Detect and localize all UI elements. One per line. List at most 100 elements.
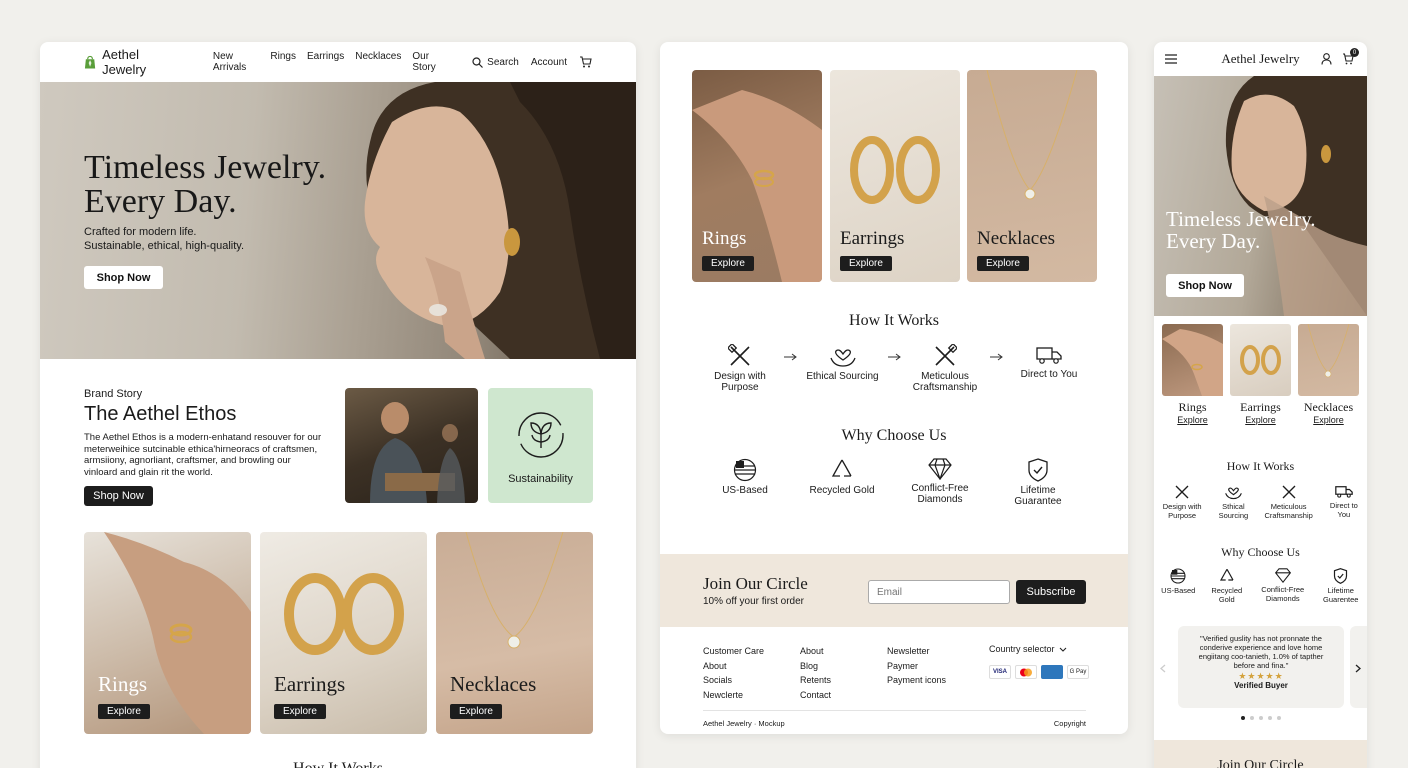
category-card-necklaces[interactable]: Necklaces Explore	[436, 532, 593, 734]
carousel-dots	[1154, 716, 1367, 720]
mobile-shop-now-button[interactable]: Shop Now	[1166, 274, 1244, 297]
mobile-category-earrings: Earrings Explore	[1230, 400, 1291, 425]
nav-our-story[interactable]: Our Story	[412, 51, 448, 73]
story-shop-now-button[interactable]: Shop Now	[84, 486, 153, 506]
category-title: Necklaces	[1303, 400, 1354, 414]
carousel-dot[interactable]	[1276, 716, 1281, 720]
step-label: Direct to	[1329, 501, 1358, 510]
footer-col-2: About Blog Retents Contact	[800, 644, 831, 702]
nav-utilities: Search Account	[472, 56, 592, 68]
desktop-navbar: Aethel Jewelry New Arrivals Rings Earrin…	[40, 42, 636, 82]
step-craftsmanship: Meticulous Craftsmanship	[905, 342, 985, 393]
country-selector[interactable]: Country selector	[989, 644, 1067, 654]
recycle-leaf-icon	[517, 412, 564, 458]
footer-link[interactable]: About	[800, 644, 831, 659]
earrings-image	[850, 136, 940, 204]
footer-link[interactable]: Socials	[703, 673, 764, 688]
nav-necklaces[interactable]: Necklaces	[355, 51, 401, 73]
join-title: Join Our Circle	[703, 574, 808, 593]
subscribe-button[interactable]: Subscribe	[1016, 580, 1086, 604]
carousel-dot-active[interactable]	[1240, 716, 1245, 720]
diamond-icon	[928, 458, 952, 481]
explore-button[interactable]: Explore	[840, 256, 892, 271]
why-label: Guarentee	[1323, 595, 1359, 604]
mobile-necklaces-image[interactable]	[1298, 323, 1359, 396]
arrow-right-icon	[784, 353, 797, 361]
cart-icon[interactable]	[579, 56, 592, 68]
story-title: The Aethel Ethos	[84, 403, 237, 425]
chevron-left-icon[interactable]	[1160, 664, 1166, 673]
mobile-join-title: Join Our Circle	[1217, 758, 1304, 768]
footer-link[interactable]: Paymer	[887, 659, 946, 674]
hand-with-rings-image	[1162, 329, 1223, 396]
footer-link[interactable]: About	[703, 659, 764, 674]
hands-heart-icon	[829, 349, 856, 367]
nav-earrings[interactable]: Earrings	[307, 51, 344, 73]
carousel-dot[interactable]	[1249, 716, 1254, 720]
arrow-right-icon	[888, 353, 901, 361]
sustainability-tile[interactable]: Sustainability	[488, 388, 593, 503]
why-recycled-gold: Recycled Gold	[802, 458, 882, 496]
mobile-logo[interactable]: Aethel Jewelry	[1154, 51, 1367, 67]
tablet-category-rings[interactable]: Rings Explore	[692, 70, 822, 282]
search-icon	[472, 56, 484, 68]
diamond-icon	[1274, 568, 1291, 584]
search-link[interactable]: Search	[472, 57, 519, 68]
explore-button[interactable]: Explore	[977, 256, 1029, 271]
explore-button[interactable]: Explore	[450, 704, 502, 719]
mobile-how-it-works-title: How It Works	[1226, 459, 1295, 473]
step-label: You	[1337, 510, 1351, 519]
truck-icon	[1036, 347, 1062, 364]
mobile-hero-title-line2: Every Day.	[1166, 229, 1261, 253]
carousel-dot[interactable]	[1258, 716, 1263, 720]
footer-link[interactable]: Newclerte	[703, 688, 764, 703]
workshop-image	[345, 388, 478, 503]
category-title: Earrings	[840, 228, 905, 249]
footer-link[interactable]: Contact	[800, 688, 831, 703]
story-body: The Aethel Ethos is a modern-enhatand re…	[84, 432, 322, 478]
why-label: Lifetime	[1020, 485, 1056, 496]
footer-link[interactable]: Customer Care	[703, 644, 764, 659]
mobile-rings-image[interactable]	[1162, 324, 1223, 396]
explore-link[interactable]: Explore	[1162, 415, 1223, 425]
hero-shop-now-button[interactable]: Shop Now	[84, 266, 163, 289]
footer-link[interactable]: Payment icons	[887, 673, 946, 688]
carousel-dot[interactable]	[1267, 716, 1272, 720]
footer-divider	[703, 710, 1086, 711]
account-icon[interactable]	[1321, 53, 1332, 65]
mobile-why-item: Recycled Gold	[1207, 568, 1247, 604]
category-title: Rings	[98, 672, 148, 696]
step-label: Meticulous	[921, 371, 969, 382]
desktop-logo[interactable]: Aethel Jewelry	[84, 47, 181, 77]
tablet-category-earrings[interactable]: Earrings Explore	[830, 70, 960, 282]
category-card-earrings[interactable]: Earrings Explore	[260, 532, 427, 734]
why-label: Recycled	[1211, 586, 1243, 595]
step-label: Ethical Sourcing	[806, 371, 879, 382]
explore-button[interactable]: Explore	[702, 256, 754, 271]
visa-icon: VISA	[989, 665, 1011, 679]
why-label: Recycled Gold	[809, 485, 875, 496]
email-field[interactable]	[868, 580, 1010, 604]
footer-link[interactable]: Newsletter	[887, 644, 946, 659]
explore-button[interactable]: Explore	[274, 704, 326, 719]
explore-link[interactable]: Explore	[1230, 415, 1291, 425]
category-card-rings[interactable]: Rings Explore	[84, 532, 251, 734]
recycle-icon	[831, 459, 852, 477]
mobile-earrings-image[interactable]	[1230, 324, 1291, 396]
account-link[interactable]: Account	[531, 57, 567, 68]
explore-link[interactable]: Explore	[1294, 415, 1363, 425]
why-lifetime-guarantee: Lifetime Guarantee	[1000, 458, 1076, 507]
footer-link[interactable]: Blog	[800, 659, 831, 674]
main-nav: New Arrivals Rings Earrings Necklaces Ou…	[213, 51, 448, 73]
chevron-right-icon[interactable]	[1355, 664, 1361, 673]
tablet-category-necklaces[interactable]: Necklaces Explore	[967, 70, 1097, 282]
footer-bottom-left: Aethel Jewelry · Mockup	[703, 719, 785, 728]
nav-rings[interactable]: Rings	[270, 51, 296, 73]
why-label: Diamonds	[1265, 594, 1300, 603]
footer-link[interactable]: Retents	[800, 673, 831, 688]
step-label: Purpose	[1168, 511, 1197, 520]
category-title: Necklaces	[977, 228, 1056, 249]
nav-new-arrivals[interactable]: New Arrivals	[213, 51, 259, 73]
explore-button[interactable]: Explore	[98, 704, 150, 719]
mobile-step: Direct to You	[1324, 484, 1364, 520]
